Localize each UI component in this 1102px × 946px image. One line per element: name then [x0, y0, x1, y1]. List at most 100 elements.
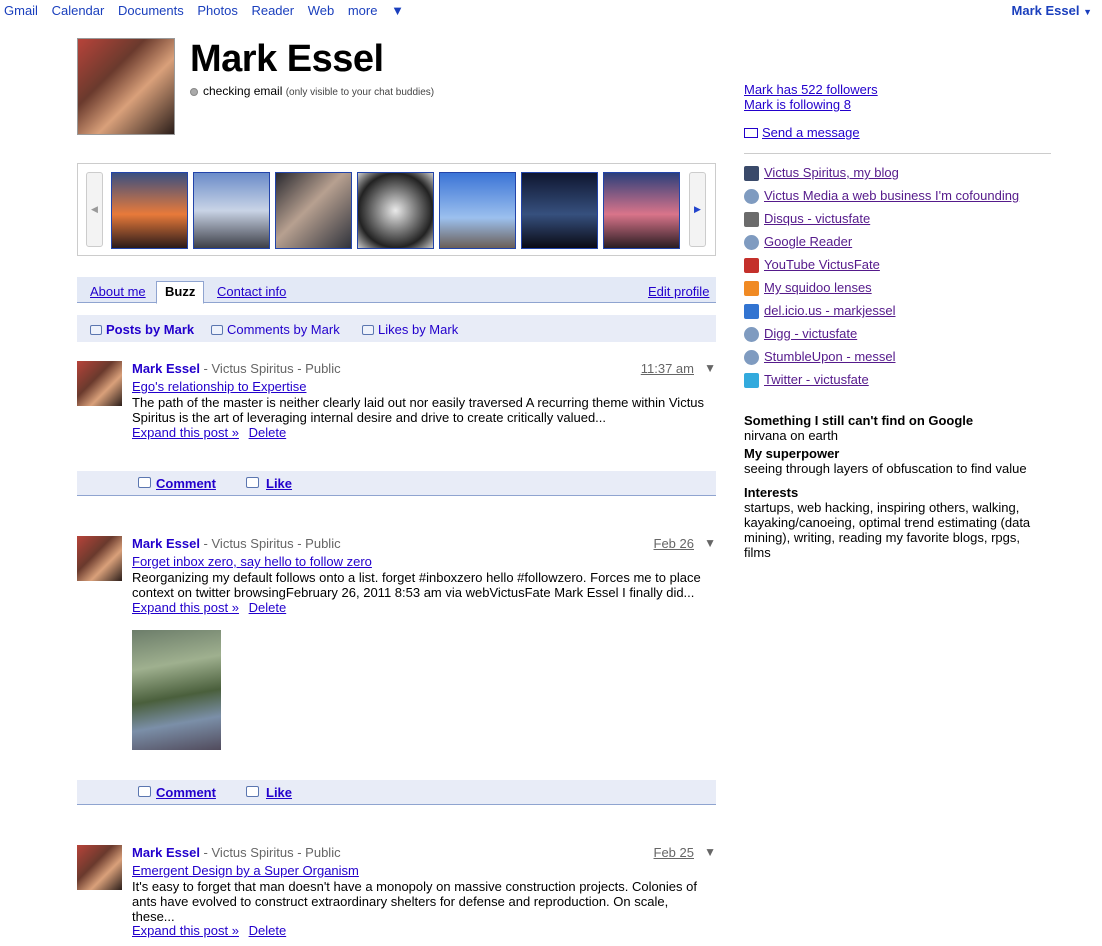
nav-more[interactable]: more ▼	[348, 3, 414, 18]
like-icon	[246, 477, 259, 488]
delete-post-link[interactable]: Delete	[249, 600, 287, 615]
post-time[interactable]: 11:37 am	[641, 361, 694, 376]
profile-link[interactable]: Disqus - victusfate	[764, 211, 870, 226]
delete-post-link[interactable]: Delete	[249, 425, 287, 440]
like-button[interactable]: Like	[266, 785, 292, 800]
profile-link[interactable]: Victus Spiritus, my blog	[764, 165, 899, 180]
post-time[interactable]: Feb 26	[654, 536, 694, 551]
photo-strip: ◀ ▶	[77, 163, 716, 256]
nav-documents[interactable]: Documents	[118, 3, 184, 18]
profile-link[interactable]: Google Reader	[764, 234, 852, 249]
delete-post-link[interactable]: Delete	[249, 923, 287, 938]
photo-thumb[interactable]	[357, 172, 434, 249]
post-photo[interactable]	[132, 630, 221, 750]
qa-answer: startups, web hacking, inspiring others,…	[744, 500, 1031, 560]
post-actions: Expand this post » Delete	[132, 923, 292, 938]
comment-button[interactable]: Comment	[156, 785, 216, 800]
post-header: Mark Essel - Victus Spiritus - Public	[132, 536, 341, 551]
post-actions: Expand this post » Delete	[132, 425, 292, 440]
strip-next-arrow-icon[interactable]: ▶	[689, 172, 706, 247]
photo-thumb[interactable]	[111, 172, 188, 249]
author-avatar[interactable]	[77, 361, 122, 406]
globe-icon	[744, 327, 759, 342]
nav-photos[interactable]: Photos	[197, 3, 237, 18]
globe-icon	[744, 189, 759, 204]
nav-web[interactable]: Web	[308, 3, 335, 18]
top-nav: Gmail Calendar Documents Photos Reader W…	[0, 0, 1102, 22]
post-body: It's easy to forget that man doesn't hav…	[132, 879, 697, 924]
post-header: Mark Essel - Victus Spiritus - Public	[132, 361, 341, 376]
chevron-down-icon: ▼	[391, 3, 404, 18]
send-message-link[interactable]: Send a message	[762, 125, 860, 140]
post-menu-icon[interactable]: ▼	[704, 845, 716, 859]
comment-icon	[211, 325, 223, 335]
nav-reader[interactable]: Reader	[251, 3, 294, 18]
post-menu-icon[interactable]: ▼	[704, 361, 716, 375]
status-text: checking email	[203, 84, 283, 98]
post-meta: - Victus Spiritus - Public	[199, 536, 341, 551]
profile-link[interactable]: My squidoo lenses	[764, 280, 872, 295]
following-link[interactable]: Mark is following 8	[744, 97, 1052, 112]
qa-question: My superpower	[744, 446, 840, 461]
profile-name: Mark Essel	[190, 38, 384, 80]
tab-contact-info[interactable]: Contact info	[217, 284, 286, 299]
subtab-comments[interactable]: Comments by Mark	[211, 322, 340, 337]
tab-buzz[interactable]: Buzz	[156, 281, 205, 304]
expand-post-link[interactable]: Expand this post »	[132, 425, 239, 440]
author-avatar[interactable]	[77, 845, 122, 890]
post-time[interactable]: Feb 25	[654, 845, 694, 860]
profile-link[interactable]: Twitter - victusfate	[764, 372, 869, 387]
comment-icon	[138, 786, 151, 797]
post-title[interactable]: Ego's relationship to Expertise	[132, 379, 306, 394]
author-avatar[interactable]	[77, 536, 122, 581]
delicious-icon	[744, 304, 759, 319]
strip-prev-arrow-icon[interactable]: ◀	[86, 172, 103, 247]
expand-post-link[interactable]: Expand this post »	[132, 600, 239, 615]
account-menu[interactable]: Mark Essel ▼	[1012, 3, 1092, 18]
edit-profile-link[interactable]: Edit profile	[648, 284, 709, 299]
like-icon	[362, 325, 374, 335]
subtab-posts-label: Posts by Mark	[106, 322, 195, 337]
subtab-posts[interactable]: Posts by Mark	[90, 322, 194, 337]
post-header: Mark Essel - Victus Spiritus - Public	[132, 845, 341, 860]
squidoo-icon	[744, 281, 759, 296]
sidebar-divider	[744, 153, 1051, 154]
comment-icon	[138, 477, 151, 488]
photo-thumb[interactable]	[521, 172, 598, 249]
profile-link[interactable]: Victus Media a web business I'm cofoundi…	[764, 188, 1019, 203]
post-author[interactable]: Mark Essel	[132, 536, 200, 551]
chevron-down-icon: ▼	[1083, 7, 1092, 17]
post-action-bar: Comment Like	[77, 471, 716, 496]
post-actions: Expand this post » Delete	[132, 600, 292, 615]
buzz-post: Mark Essel - Victus Spiritus - Public Fe…	[77, 536, 716, 616]
expand-post-link[interactable]: Expand this post »	[132, 923, 239, 938]
buzz-post: Mark Essel - Victus Spiritus - Public 11…	[77, 361, 716, 441]
photo-thumb[interactable]	[439, 172, 516, 249]
post-title[interactable]: Forget inbox zero, say hello to follow z…	[132, 554, 372, 569]
qa-answer: nirvana on earth	[744, 428, 838, 443]
profile-link[interactable]: del.icio.us - markjessel	[764, 303, 896, 318]
profile-link[interactable]: Digg - victusfate	[764, 326, 857, 341]
profile-link[interactable]: StumbleUpon - messel	[764, 349, 896, 364]
tab-about-me[interactable]: About me	[90, 284, 146, 299]
like-button[interactable]: Like	[266, 476, 292, 491]
comment-button[interactable]: Comment	[156, 476, 216, 491]
globe-icon	[744, 350, 759, 365]
post-author[interactable]: Mark Essel	[132, 361, 200, 376]
send-message-row[interactable]: Send a message	[744, 125, 1052, 140]
photo-thumb[interactable]	[193, 172, 270, 249]
post-author[interactable]: Mark Essel	[132, 845, 200, 860]
photo-thumb[interactable]	[275, 172, 352, 249]
globe-icon	[744, 235, 759, 250]
blog-icon	[744, 166, 759, 181]
subtab-likes[interactable]: Likes by Mark	[362, 322, 458, 337]
profile-link[interactable]: YouTube VictusFate	[764, 257, 880, 272]
nav-calendar[interactable]: Calendar	[52, 3, 105, 18]
buzz-subtabs: Posts by Mark Comments by Mark Likes by …	[77, 315, 716, 342]
post-menu-icon[interactable]: ▼	[704, 536, 716, 550]
profile-qa: Something I still can't find on Google n…	[744, 413, 1044, 560]
followers-link[interactable]: Mark has 522 followers	[744, 82, 1052, 97]
post-title[interactable]: Emergent Design by a Super Organism	[132, 863, 359, 878]
photo-thumb[interactable]	[603, 172, 680, 249]
nav-gmail[interactable]: Gmail	[4, 3, 38, 18]
